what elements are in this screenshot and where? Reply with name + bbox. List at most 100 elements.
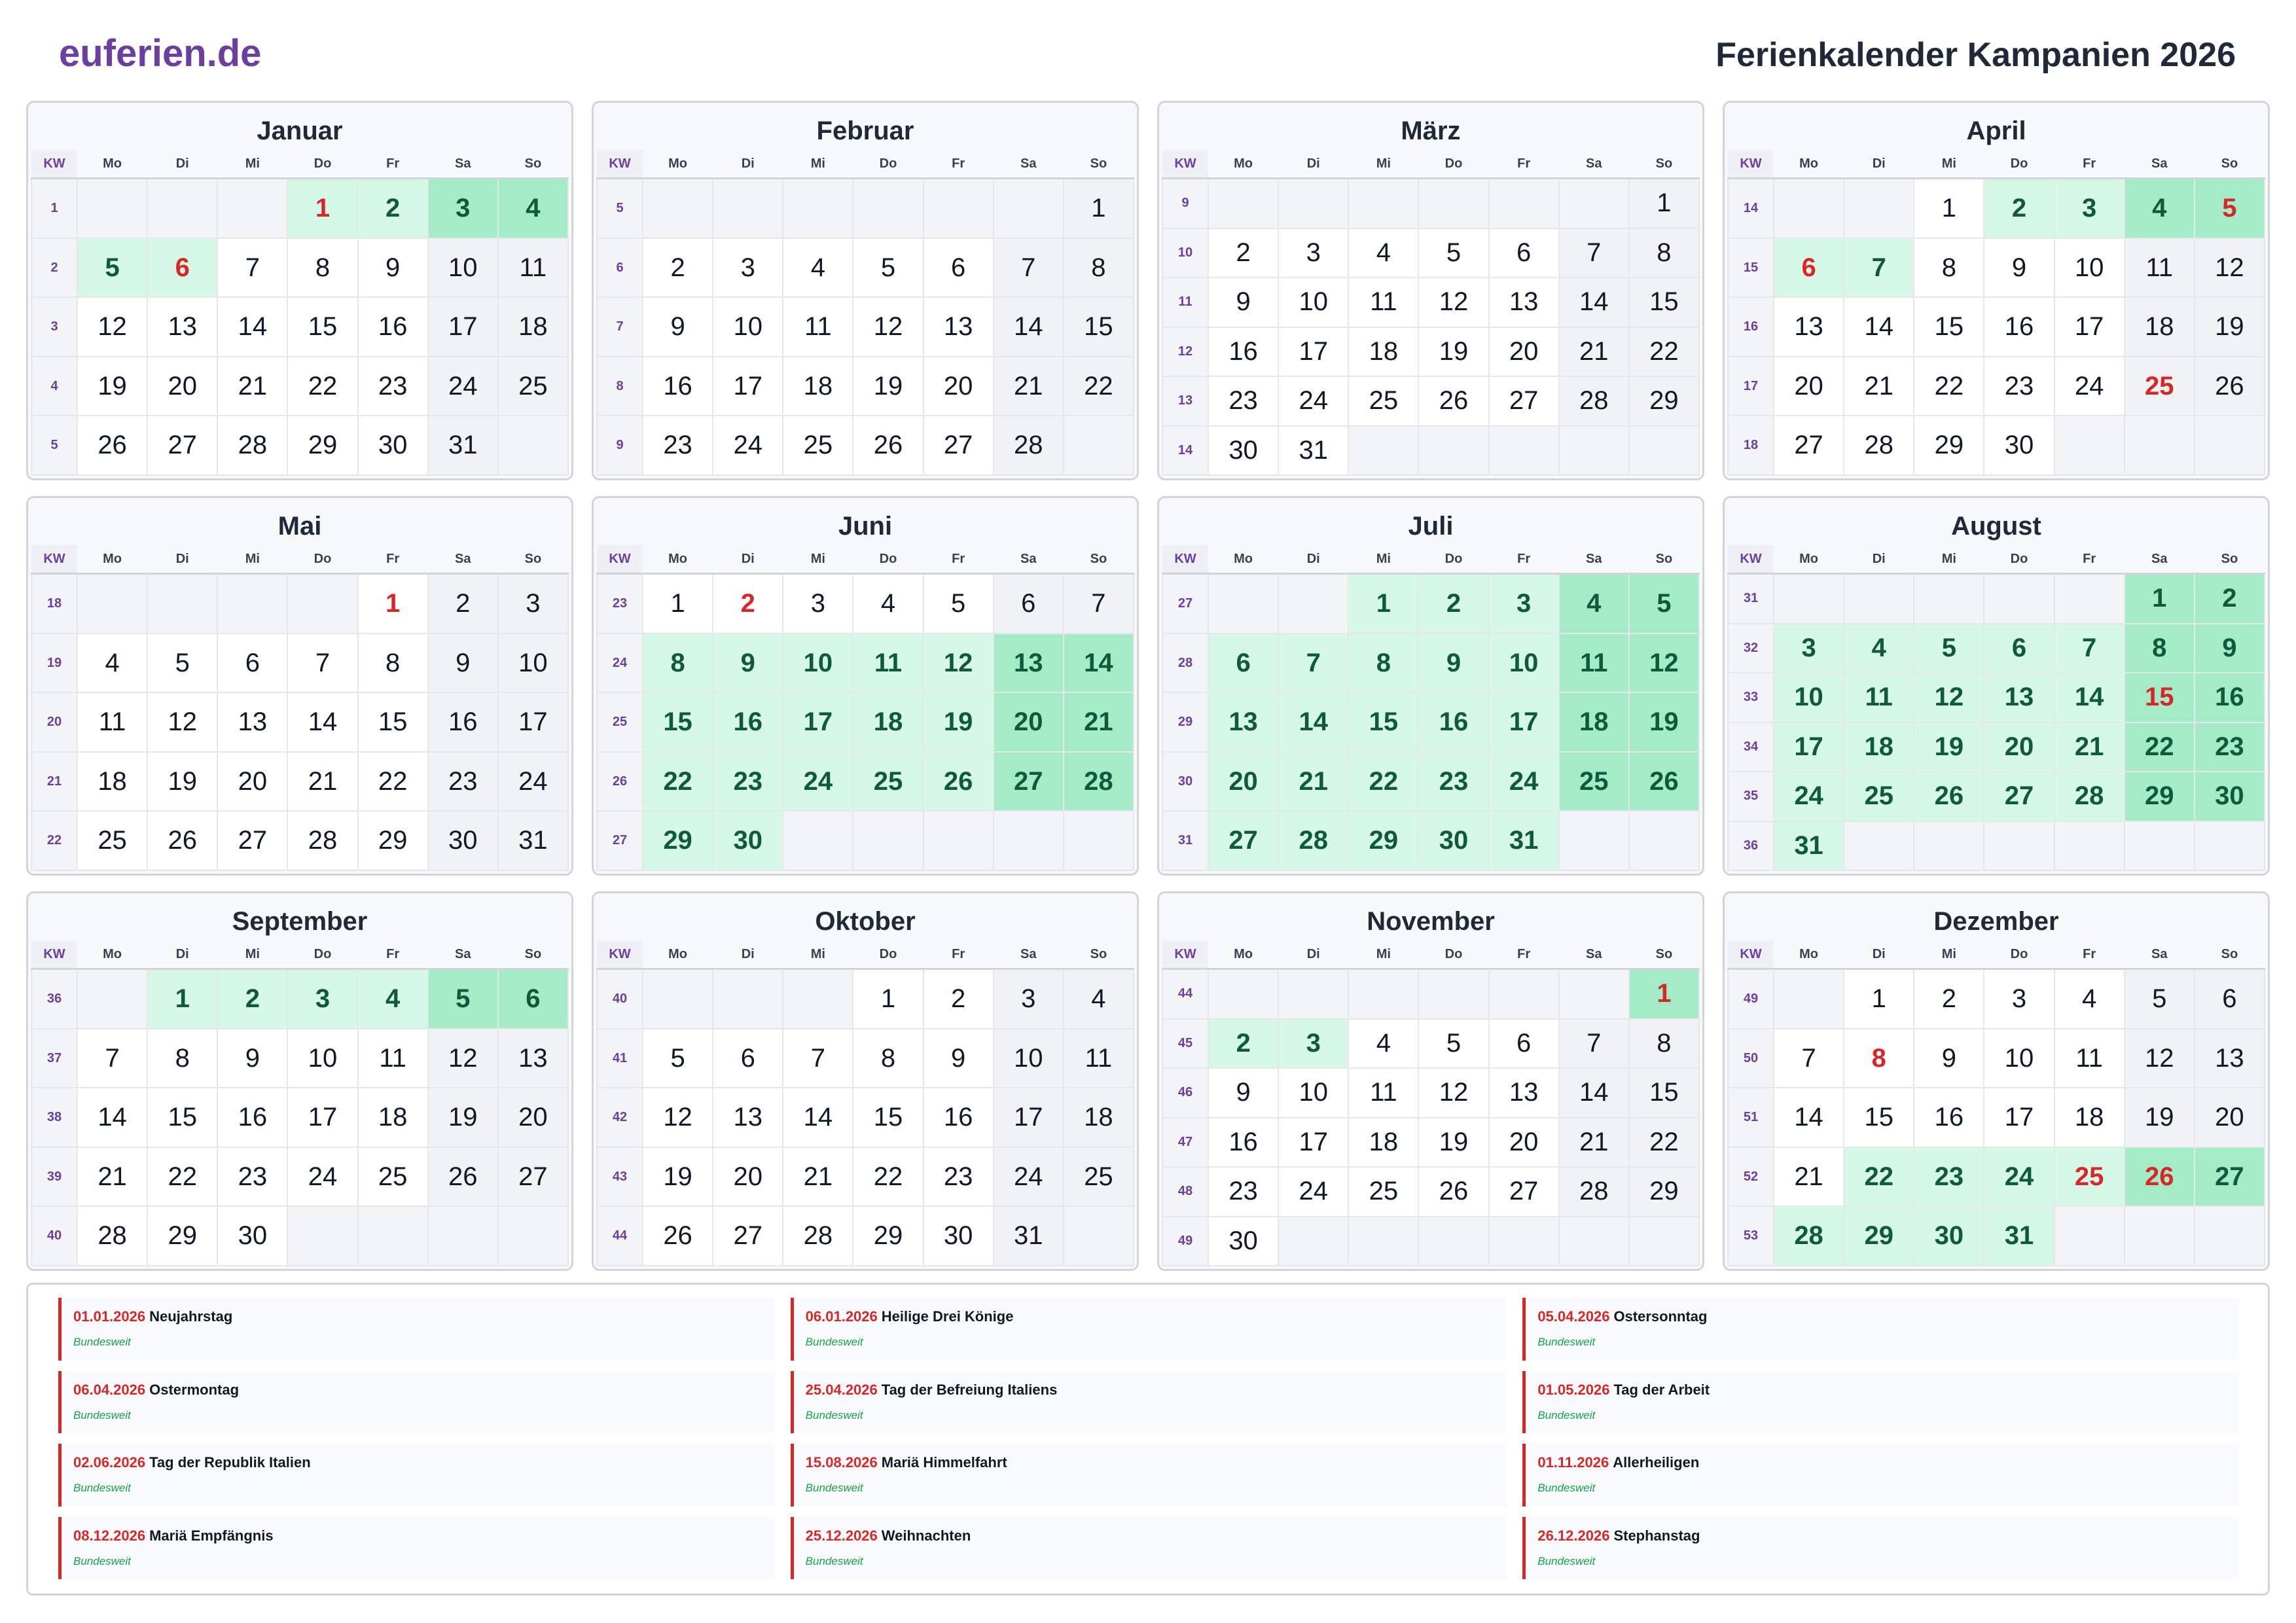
day-cell: 9 (1207, 1067, 1280, 1118)
vacation-day-cell: 16 (712, 692, 784, 753)
day-cell: 15 (1628, 1067, 1700, 1118)
vacation-day-cell: 30 (2193, 771, 2266, 822)
day-cell: 11 (2053, 1027, 2125, 1089)
week-number: 26 (596, 751, 643, 812)
vacation-day-cell: 3 (1772, 622, 1845, 674)
kw-header: KW (31, 545, 77, 575)
vacation-day-cell: 3 (2053, 177, 2125, 239)
day-cell: 26 (1418, 1166, 1490, 1217)
week-number: 15 (1727, 237, 1774, 298)
day-cell: 18 (2053, 1087, 2125, 1148)
day-cell: 17 (1983, 1087, 2055, 1148)
empty-cell (922, 177, 994, 239)
empty-cell (2193, 820, 2266, 872)
day-cell: 18 (1348, 1116, 1420, 1168)
vacation-day-cell: 22 (2123, 721, 2195, 773)
week-number: 29 (1162, 692, 1209, 753)
holiday-name: Mariä Empfängnis (149, 1527, 274, 1544)
week-row: 3 12 13 14 15 16 17 18 (31, 296, 569, 357)
vacation-day-cell: 4 (357, 968, 429, 1029)
day-cell: 11 (76, 692, 149, 753)
month-table: KW Mo Di Mi Do Fr Sa So 14 1 2 3 4 5 15 6 7 8 9 10 11 12 16 13 1… (1727, 150, 2266, 476)
vacation-day-cell: 7 (1843, 237, 1915, 298)
vacation-day-cell: 16 (1418, 692, 1490, 753)
holiday-line: 15.08.2026 Mariä Himmelfahrt (806, 1454, 1497, 1471)
week-number: 14 (1162, 425, 1209, 476)
day-cell: 29 (1628, 376, 1700, 427)
empty-cell (1558, 425, 1630, 476)
weekday-header: Di (1278, 940, 1349, 970)
day-cell: 1 (1062, 177, 1135, 239)
vacation-day-cell: 10 (782, 632, 854, 694)
week-number: 14 (1727, 177, 1774, 239)
vacation-day-cell: 31 (1488, 810, 1560, 871)
day-cell: 10 (992, 1027, 1064, 1089)
weekday-header: Di (1844, 150, 1914, 179)
day-cell: 3 (712, 237, 784, 298)
day-cell: 26 (147, 810, 219, 871)
vacation-day-cell: 9 (1418, 632, 1490, 694)
day-cell: 14 (782, 1087, 854, 1148)
vacation-day-cell: 21 (1278, 751, 1350, 812)
week-row: 47 16 17 18 19 20 21 22 (1162, 1116, 1700, 1168)
day-cell: 18 (357, 1087, 429, 1148)
vacation-day-cell: 6 (1983, 622, 2055, 674)
vacation-day-cell: 24 (1983, 1146, 2055, 1207)
day-cell: 18 (1348, 326, 1420, 378)
day-cell: 23 (1983, 355, 2055, 417)
day-cell: 20 (147, 355, 219, 417)
day-cell: 24 (712, 415, 784, 476)
vacation-day-cell: 28 (1062, 751, 1135, 812)
week-number: 20 (31, 692, 78, 753)
month-name: August (1951, 512, 2041, 541)
day-cell: 17 (2053, 296, 2125, 357)
vacation-day-cell: 3 (1488, 573, 1560, 634)
empty-cell (1207, 968, 1280, 1020)
weekday-header: Sa (993, 940, 1064, 970)
weekday-header: Sa (2124, 940, 2195, 970)
month-name: Mai (278, 512, 322, 541)
day-cell: 18 (76, 751, 149, 812)
day-cell: 20 (2193, 1087, 2266, 1148)
holiday-scope: Bundesweit (805, 1408, 863, 1421)
week-number: 39 (31, 1146, 78, 1207)
weekday-header: Sa (427, 940, 498, 970)
month-table: KW Mo Di Mi Do Fr Sa So 44 1 45 2 3 4 5 6 7 8 46 9 10 11 12 13 1… (1162, 940, 1700, 1267)
day-cell: 4 (1348, 1018, 1420, 1069)
day-cell: 25 (357, 1146, 429, 1207)
empty-cell (147, 177, 219, 239)
holiday-line: 08.12.2026 Mariä Empfängnis (73, 1527, 764, 1544)
weekday-header: Mi (1914, 940, 1984, 970)
weekday-header: Fr (357, 545, 428, 575)
day-cell: 24 (427, 355, 499, 417)
vacation-day-cell: 20 (1207, 751, 1280, 812)
week-number: 34 (1727, 721, 1774, 773)
week-row: 23 1 2 3 4 5 6 7 (596, 573, 1135, 634)
day-cell: 16 (1913, 1087, 1985, 1148)
day-cell: 14 (217, 296, 289, 357)
week-number: 11 (1162, 277, 1209, 328)
week-row: 19 4 5 6 7 8 9 10 (31, 632, 569, 694)
week-number: 5 (596, 177, 643, 239)
vacation-day-cell: 13 (992, 632, 1064, 694)
day-cell: 12 (641, 1087, 714, 1148)
day-cell: 12 (1418, 1067, 1490, 1118)
vacation-day-cell: 12 (1913, 672, 1985, 723)
day-cell: 7 (287, 632, 359, 694)
day-cell: 24 (1278, 376, 1350, 427)
brand-logo[interactable]: euferien.de (59, 31, 261, 75)
day-cell: 3 (782, 573, 854, 634)
empty-cell (852, 177, 924, 239)
day-cell: 24 (1278, 1166, 1350, 1217)
day-cell: 13 (1772, 296, 1845, 357)
week-row: 15 6 7 8 9 10 11 12 (1727, 237, 2266, 298)
holiday-date: 08.12.2026 (73, 1527, 146, 1544)
week-number: 18 (31, 573, 78, 634)
day-cell: 13 (217, 692, 289, 753)
weekday-header: Fr (1488, 940, 1559, 970)
holiday-line: 05.04.2026 Ostersonntag (1537, 1308, 2229, 1325)
weekday-header: Mi (783, 150, 853, 179)
holiday-day-cell: 15 (2123, 672, 2195, 723)
weekday-header: Do (1984, 545, 2054, 575)
week-number: 16 (1727, 296, 1774, 357)
